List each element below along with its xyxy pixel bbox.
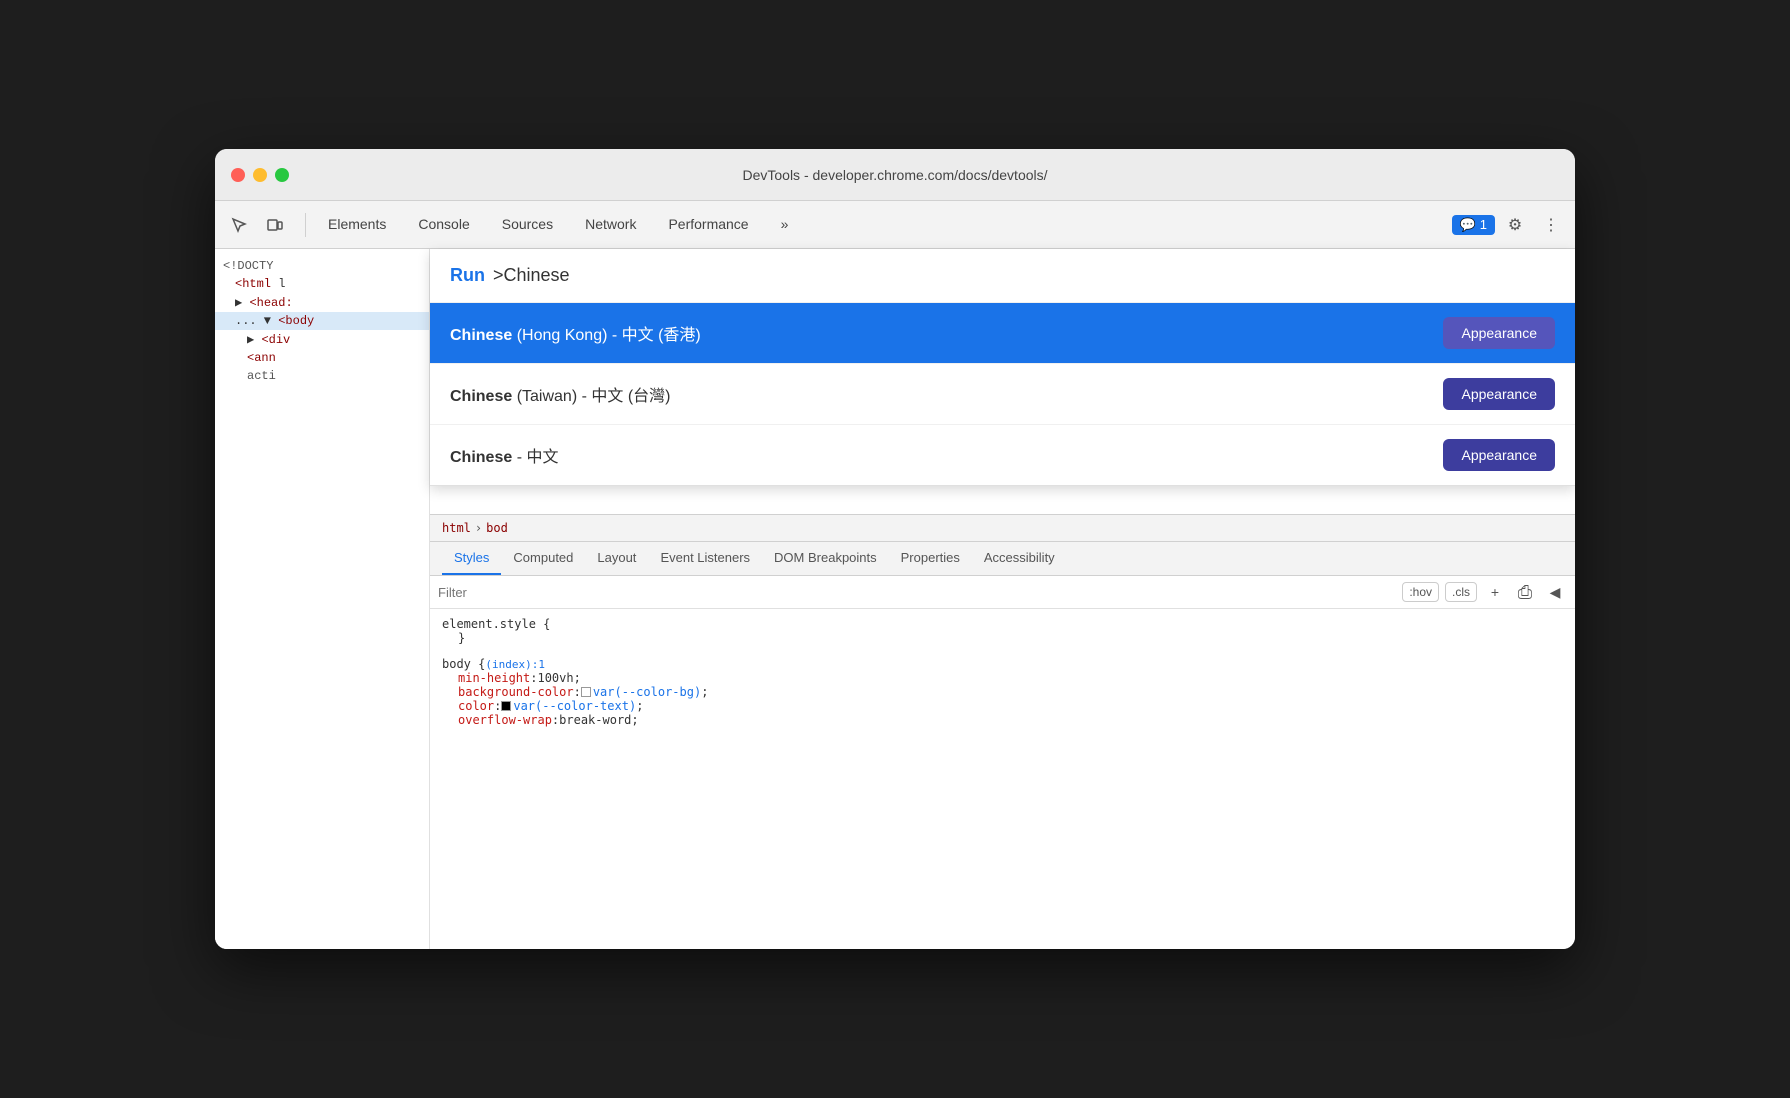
command-search-bar: Run >Chinese [430,249,1575,302]
add-style-rule-button[interactable]: + [1483,580,1507,604]
appearance-button-0[interactable]: Appearance [1443,317,1555,349]
window-title: DevTools - developer.chrome.com/docs/dev… [742,167,1047,183]
tab-sources[interactable]: Sources [486,201,569,248]
breadcrumb-separator: › [475,521,482,535]
toolbar-separator [305,213,306,237]
elem-html[interactable]: <html l [215,275,429,293]
tab-accessibility[interactable]: Accessibility [972,542,1067,575]
dropdown-item-rest-1: (Taiwan) - 中文 (台灣) [512,388,670,405]
chat-icon: 💬 [1460,217,1476,233]
dropdown-item-rest-0: (Hong Kong) - 中文 (香港) [512,327,701,344]
elem-ann[interactable]: <ann [215,349,429,367]
tab-console[interactable]: Console [402,201,485,248]
tab-event-listeners[interactable]: Event Listeners [648,542,762,575]
inspect-element-button[interactable] [223,209,255,241]
tab-layout[interactable]: Layout [585,542,648,575]
toolbar-icons [223,209,291,241]
css-prop-value-2: var(--color-bg); [593,685,709,699]
command-query[interactable]: >Chinese [493,265,570,286]
elem-doctype: <!DOCTY [215,257,429,275]
devtools-toolbar: Elements Console Sources Network Perform… [215,201,1575,249]
css-prop-min-height: min-height : 100vh; [442,671,1563,685]
elements-panel: <!DOCTY <html l ▶ <head: ... ▼ <body ▶ <… [215,249,430,949]
close-button[interactable] [231,168,245,182]
elem-div[interactable]: ▶ <div [215,330,429,349]
tab-more[interactable]: » [765,201,805,248]
hov-button[interactable]: :hov [1402,582,1439,602]
css-prop-color: color : var(--color-text); [442,699,1563,713]
css-rule-element-style: element.style { } [442,617,1563,645]
elem-head[interactable]: ▶ <head: [215,293,429,312]
toolbar-tabs: Elements Console Sources Network Perform… [312,201,1452,248]
css-prop-name-2: background-color [458,685,574,699]
more-options-button[interactable]: ⋮ [1535,209,1567,241]
tab-computed[interactable]: Computed [501,542,585,575]
appearance-button-2[interactable]: Appearance [1443,439,1555,471]
css-prop-name-3: color [458,699,494,713]
toolbar-right: 💬 1 ⚙ ⋮ [1452,209,1567,241]
new-style-rule-button[interactable]: ⎙ [1513,580,1537,604]
css-selector-line: element.style { [442,617,1563,631]
dropdown-item-text-1: Chinese (Taiwan) - 中文 (台灣) [450,382,670,406]
color-swatch-white[interactable] [581,687,591,697]
dropdown-item-bold-0: Chinese [450,327,512,344]
css-prop-value-3: var(--color-text); [513,699,643,713]
color-swatch-black[interactable] [501,701,511,711]
dropdown-item-bold-2: Chinese [450,449,512,466]
css-body-selector: body { [442,657,485,671]
css-prop-name-1: min-height [458,671,530,685]
dropdown-item-bold-1: Chinese [450,388,512,405]
css-selector: element.style { [442,617,550,631]
breadcrumb-html[interactable]: html [442,521,471,535]
run-label: Run [450,265,485,286]
command-dropdown: Run >Chinese Chinese (Hong Kong) - 中文 (香… [430,249,1575,486]
tab-elements[interactable]: Elements [312,201,402,248]
dropdown-item-2[interactable]: Chinese - 中文 Appearance [430,424,1575,485]
toggle-sidebar-button[interactable]: ◀ [1543,580,1567,604]
filter-input[interactable] [438,585,1394,600]
breadcrumb-body[interactable]: bod [486,521,508,535]
tab-properties[interactable]: Properties [889,542,972,575]
minimize-button[interactable] [253,168,267,182]
styles-content: element.style { } body { (index):1 min-h… [430,609,1575,949]
elem-body[interactable]: ... ▼ <body [215,312,429,330]
css-prop-bg-color: background-color : var(--color-bg); [442,685,1563,699]
css-rule-body: body { (index):1 min-height : 100vh; bac… [442,657,1563,727]
css-prop-name-4: overflow-wrap [458,713,552,727]
styles-area: html › bod Styles Computed Layout Event … [430,514,1575,949]
css-prop-overflow: overflow-wrap : break-word; [442,713,1563,727]
dropdown-item-1[interactable]: Chinese (Taiwan) - 中文 (台灣) Appearance [430,363,1575,424]
filter-actions: :hov .cls + ⎙ ◀ [1402,580,1567,604]
cls-button[interactable]: .cls [1445,582,1477,602]
tab-network[interactable]: Network [569,201,652,248]
dropdown-item-text-2: Chinese - 中文 [450,443,558,467]
css-source-link[interactable]: (index):1 [485,658,545,671]
css-close-brace-1: } [458,631,465,645]
bottom-panel: Run >Chinese Chinese (Hong Kong) - 中文 (香… [430,249,1575,949]
dropdown-item-rest-2: - 中文 [512,449,558,466]
dropdown-item-0[interactable]: Chinese (Hong Kong) - 中文 (香港) Appearance [430,302,1575,363]
styles-tabs: Styles Computed Layout Event Listeners D… [430,542,1575,576]
css-prop-value-4: break-word; [559,713,638,727]
maximize-button[interactable] [275,168,289,182]
chat-count: 1 [1480,217,1487,232]
traffic-lights [231,168,289,182]
css-prop-value-1: 100vh; [537,671,580,685]
tab-dom-breakpoints[interactable]: DOM Breakpoints [762,542,889,575]
devtools-window: DevTools - developer.chrome.com/docs/dev… [215,149,1575,949]
elem-acti: acti [215,367,429,385]
css-close-line-1: } [442,631,1563,645]
settings-button[interactable]: ⚙ [1499,209,1531,241]
appearance-button-1[interactable]: Appearance [1443,378,1555,410]
chat-badge[interactable]: 💬 1 [1452,215,1495,235]
breadcrumb-bar: html › bod [430,514,1575,542]
css-body-selector-line: body { (index):1 [442,657,1563,671]
title-bar: DevTools - developer.chrome.com/docs/dev… [215,149,1575,201]
devtools-body: <!DOCTY <html l ▶ <head: ... ▼ <body ▶ <… [215,249,1575,949]
device-toggle-button[interactable] [259,209,291,241]
tab-styles[interactable]: Styles [442,542,501,575]
dropdown-item-text-0: Chinese (Hong Kong) - 中文 (香港) [450,321,701,345]
filter-bar: :hov .cls + ⎙ ◀ [430,576,1575,609]
tab-performance[interactable]: Performance [652,201,764,248]
